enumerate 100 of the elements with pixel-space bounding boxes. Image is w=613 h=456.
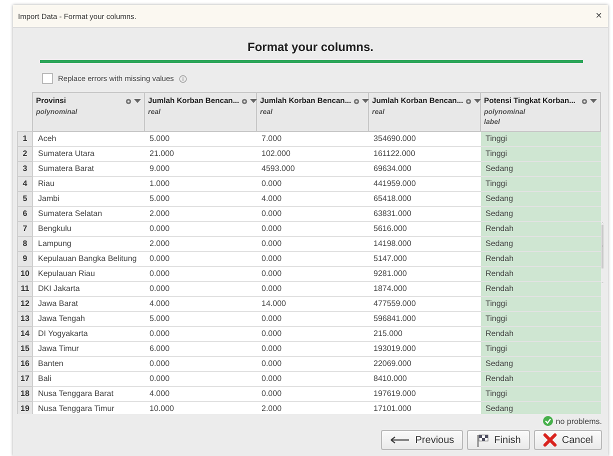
table-cell: 14.000 [256,296,368,312]
table-cell: 0.000 [256,206,368,222]
table-cell: Riau [32,176,144,192]
table-cell: Rendah [480,252,600,266]
table-cell: 0.000 [256,176,368,192]
table-cell: Banten [32,356,144,372]
close-button[interactable]: × [596,10,602,22]
table-cell: Rendah [480,266,600,282]
table-cell: Tinggi [480,146,600,162]
checkbox[interactable] [42,73,53,84]
table-cell: 6.000 [144,342,256,356]
table-cell: 0.000 [256,282,368,296]
table-cell: 0.000 [144,222,256,236]
table-cell: 596841.000 [368,312,480,326]
table-cell: 1874.000 [368,282,480,296]
table-cell: Nusa Tenggara Barat [32,386,144,402]
row-number: 4 [18,176,32,192]
table-cell: 197619.000 [368,386,480,402]
cross-icon [542,433,557,447]
arrow-left-icon [390,436,410,444]
table-cell: Sumatera Barat [32,162,144,176]
table-cell: 4593.000 [256,162,368,176]
table-cell: Tinggi [480,386,600,402]
table-cell: 0.000 [256,372,368,386]
table-cell: Tinggi [480,176,600,192]
table-cell: Bengkulu [32,222,144,236]
table-cell: 0.000 [144,372,256,386]
table-cell: 5.000 [144,312,256,326]
table-cell: 17101.000 [368,402,480,414]
table-cell: 8410.000 [368,372,480,386]
row-number: 11 [18,282,32,296]
table-cell: Sedang [480,162,600,176]
table-cell: Sedang [480,206,600,222]
table-cell: 193019.000 [368,342,480,356]
table-cell: Rendah [480,222,600,236]
table-cell: 0.000 [144,282,256,296]
table-cell: Sumatera Selatan [32,206,144,222]
table-cell: Tinggi [480,312,600,326]
table-cell: 0.000 [144,266,256,282]
row-number: 6 [18,206,32,222]
dropdown-icon[interactable] [134,98,141,104]
gear-icon[interactable] [241,98,248,104]
row-number: 14 [18,326,32,342]
table-cell: 2.000 [144,236,256,252]
dropdown-icon[interactable] [474,98,482,104]
checkered-flag-icon [476,434,490,446]
table-cell: 0.000 [256,342,368,356]
table-cell: 0.000 [256,222,368,236]
table-cell: 5.000 [144,192,256,206]
table-cell: 9281.000 [368,266,480,282]
row-number: 1 [18,132,32,146]
table-cell: 69634.000 [368,162,480,176]
row-number: 8 [18,236,32,252]
table-cell: Lampung [32,236,144,252]
gear-icon[interactable] [125,98,132,104]
table-cell: 0.000 [144,326,256,342]
dropdown-icon[interactable] [250,98,258,104]
table-cell: Jawa Timur [32,342,144,356]
table-cell: 215.000 [368,326,480,342]
row-number: 13 [18,312,32,326]
table-cell: 7.000 [256,132,368,146]
row-number: 18 [18,386,32,402]
table-cell: 63831.000 [368,206,480,222]
table-cell: 441959.000 [368,176,480,192]
table-cell: 65418.000 [368,192,480,206]
row-number: 16 [18,356,32,372]
table-cell: 21.000 [144,146,256,162]
gear-icon[interactable] [465,98,472,104]
table-cell: Sedang [480,236,600,252]
table-cell: Sedang [480,402,600,414]
table-cell: 0.000 [256,386,368,402]
cancel-button[interactable]: Cancel [534,430,602,450]
table-cell: Rendah [480,372,600,386]
table-cell: 0.000 [256,312,368,326]
info-icon[interactable] [178,74,187,82]
table-cell: DKI Jakarta [32,282,144,296]
row-number: 19 [18,402,32,414]
table-cell: 4.000 [256,192,368,206]
row-number: 3 [18,162,32,176]
row-number: 10 [18,266,32,282]
table-cell: 102.000 [256,146,368,162]
table-cell: 161122.000 [368,146,480,162]
dropdown-icon[interactable] [362,98,370,104]
table-cell: 0.000 [256,252,368,266]
row-number: 17 [18,372,32,386]
gear-icon[interactable] [581,98,588,104]
finish-button[interactable]: Finish [467,430,530,450]
table-cell: 4.000 [144,386,256,402]
row-number: 7 [18,222,32,236]
dropdown-icon[interactable] [590,98,597,104]
table-cell: Sedang [480,356,600,372]
table-cell: DI Yogyakarta [32,326,144,342]
table-cell: Sumatera Utara [32,146,144,162]
table-cell: 5616.000 [368,222,480,236]
table-cell: Jawa Tengah [32,312,144,326]
table-cell: Tinggi [480,342,600,356]
page-heading: Format your columns. [246,40,375,54]
gear-icon[interactable] [353,98,360,104]
table-cell: 4.000 [144,296,256,312]
previous-button[interactable]: Previous [381,430,464,450]
